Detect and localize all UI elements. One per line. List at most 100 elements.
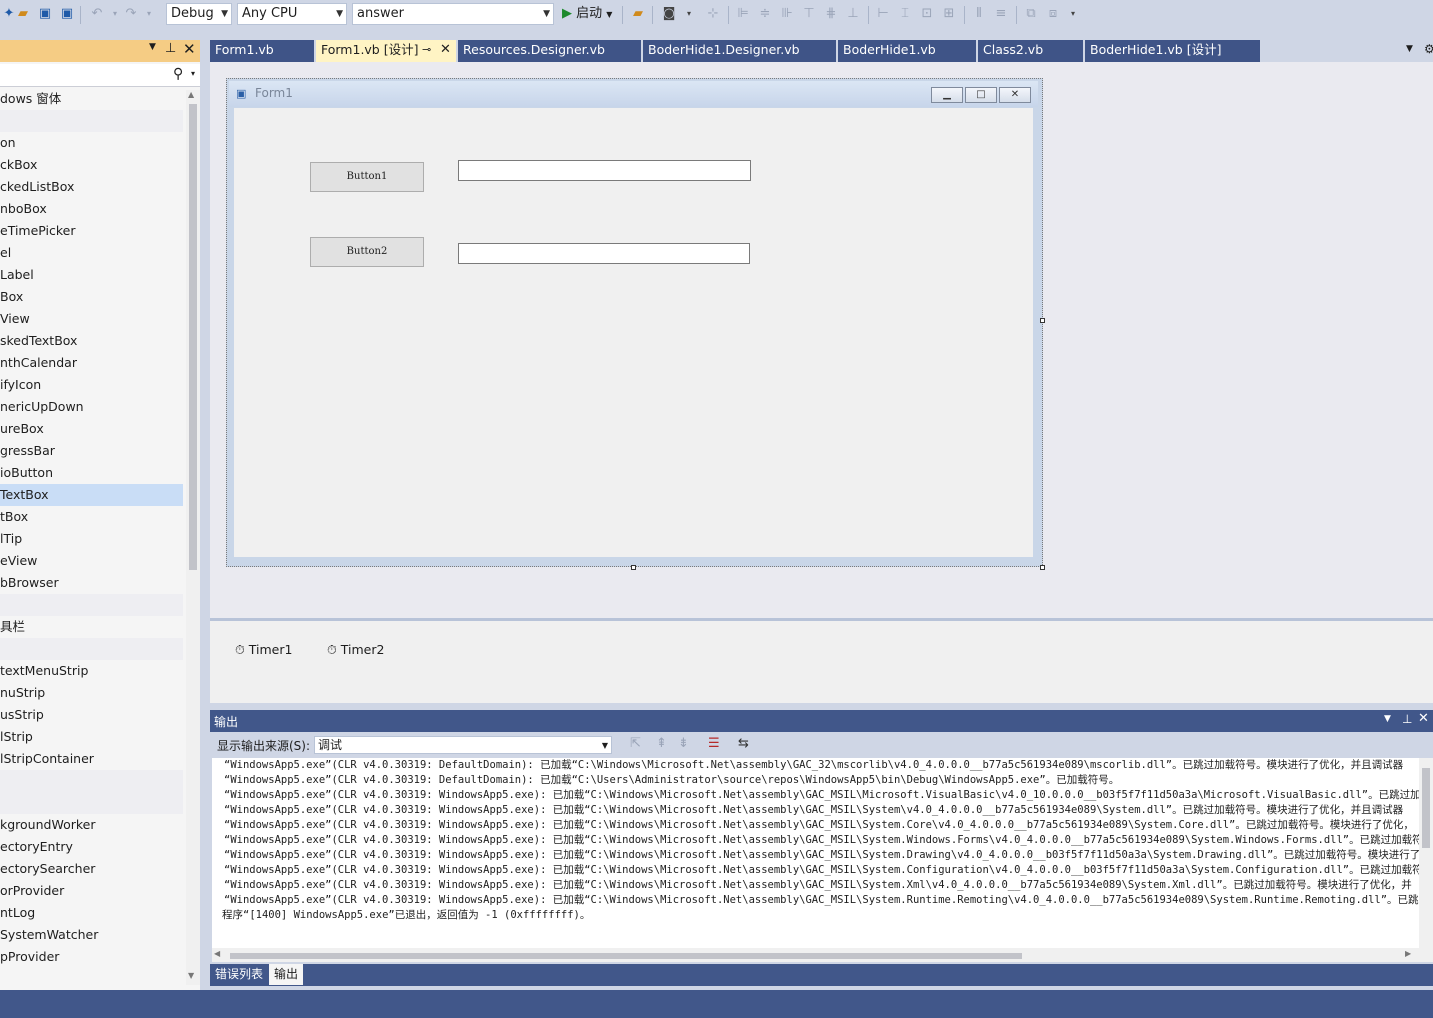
chevron-down-icon[interactable]: ▼: [1406, 44, 1413, 54]
open-folder-icon[interactable]: ▰: [14, 5, 32, 23]
toolbox-item[interactable]: SystemWatcher: [0, 924, 183, 946]
toolbox-item[interactable]: on: [0, 132, 183, 154]
toolbox-item[interactable]: ureBox: [0, 418, 183, 440]
word-wrap-icon[interactable]: ⇆: [738, 736, 749, 751]
output-source-select[interactable]: 调试 ▼: [314, 736, 612, 754]
toolbox-item[interactable]: ectorySearcher: [0, 858, 183, 880]
timer2-component[interactable]: ⏱ Timer2: [327, 640, 384, 660]
button2[interactable]: Button2: [310, 237, 424, 267]
chevron-down-icon[interactable]: ▼: [1384, 714, 1391, 724]
platform-select[interactable]: Any CPU ▼: [237, 3, 347, 25]
prev-message-icon[interactable]: ⇞: [656, 736, 667, 751]
output-vertical-scrollbar[interactable]: [1419, 758, 1433, 948]
scroll-up-icon[interactable]: ▲: [188, 90, 194, 99]
same-size-icon[interactable]: ⊡: [918, 5, 936, 23]
tab-resources-designer[interactable]: Resources.Designer.vb: [458, 40, 641, 62]
toolbox-item[interactable]: textMenuStrip: [0, 660, 183, 682]
same-height-icon[interactable]: ⌶: [896, 5, 914, 23]
chevron-down-icon[interactable]: ▾: [191, 69, 195, 78]
output-vscroll-thumb[interactable]: [1422, 768, 1430, 848]
toolbox-item[interactable]: nboBox: [0, 198, 183, 220]
toolbox-item[interactable]: el: [0, 242, 183, 264]
toolbox-search-input[interactable]: ⚲ ▾: [0, 64, 200, 87]
output-text-area[interactable]: “WindowsApp5.exe”(CLR v4.0.30319: Defaul…: [212, 758, 1419, 948]
toolbox-item[interactable]: bBrowser: [0, 572, 183, 594]
toolbox-item[interactable]: lStrip: [0, 726, 183, 748]
h-spacing-icon[interactable]: ⫴: [970, 5, 988, 23]
toolbox-scroll-thumb[interactable]: [189, 104, 197, 570]
save-all-icon[interactable]: ▣: [58, 5, 76, 23]
bring-front-icon[interactable]: ⧉: [1022, 5, 1040, 23]
resize-handle-right[interactable]: [1040, 318, 1045, 323]
scroll-left-icon[interactable]: ◀: [214, 949, 220, 958]
size-to-grid-icon[interactable]: ⊞: [940, 5, 958, 23]
send-back-icon[interactable]: ⧈: [1044, 5, 1062, 23]
tab-form1-code[interactable]: Form1.vb: [210, 40, 314, 62]
same-width-icon[interactable]: ⊢: [874, 5, 892, 23]
resize-handle-bottom[interactable]: [631, 565, 636, 570]
textbox2[interactable]: [458, 243, 750, 264]
textbox1[interactable]: [458, 160, 751, 181]
toolbox-item[interactable]: ioButton: [0, 462, 183, 484]
toolbox-item[interactable]: View: [0, 308, 183, 330]
toolbox-item[interactable]: ectoryEntry: [0, 836, 183, 858]
toolbox-item[interactable]: skedTextBox: [0, 330, 183, 352]
tab-class2[interactable]: Class2.vb: [978, 40, 1083, 62]
chevron-down-icon[interactable]: ▼: [149, 42, 156, 52]
tab-boderhide1-code[interactable]: BoderHide1.vb: [838, 40, 976, 62]
toolbox-item[interactable]: ifyIcon: [0, 374, 183, 396]
tab-output[interactable]: 输出: [269, 964, 304, 985]
tab-error-list[interactable]: 错误列表: [210, 964, 268, 985]
tab-boderhide1-design[interactable]: BoderHide1.vb [设计]: [1085, 40, 1260, 62]
close-icon[interactable]: ✕: [183, 40, 196, 58]
toolbox-item[interactable]: usStrip: [0, 704, 183, 726]
align-left-icon[interactable]: ⊫: [734, 5, 752, 23]
toolbox-item[interactable]: orProvider: [0, 880, 183, 902]
toolbox-item[interactable]: nthCalendar: [0, 352, 183, 374]
toolbox-item[interactable]: nericUpDown: [0, 396, 183, 418]
toolbox-item[interactable]: kgroundWorker: [0, 814, 183, 836]
gear-icon[interactable]: ⚙: [1424, 42, 1433, 56]
start-debug-button[interactable]: ▶ 启动 ▼: [562, 3, 612, 25]
toolbox-item[interactable]: lTip: [0, 528, 183, 550]
screenshot-icon[interactable]: ◙: [660, 5, 678, 23]
toolbox-item[interactable]: Box: [0, 286, 183, 308]
solution-config-select[interactable]: Debug ▼: [166, 3, 232, 25]
toolbox-item[interactable]: ntLog: [0, 902, 183, 924]
toolbox-group-header[interactable]: dows 窗体: [0, 88, 183, 110]
redo-dropdown-icon[interactable]: ▾: [140, 5, 158, 23]
align-middle-icon[interactable]: ⋕: [822, 5, 840, 23]
scroll-down-icon[interactable]: ▼: [188, 971, 194, 980]
next-message-icon[interactable]: ⇟: [678, 736, 689, 751]
align-grid-icon[interactable]: ⊹: [704, 5, 722, 23]
undo-icon[interactable]: ↶: [88, 5, 106, 23]
button1[interactable]: Button1: [310, 162, 424, 192]
startup-project-select[interactable]: answer ▼: [352, 3, 554, 25]
toolbox-item[interactable]: ckedListBox: [0, 176, 183, 198]
align-center-icon[interactable]: ≑: [756, 5, 774, 23]
close-icon[interactable]: ✕: [440, 40, 451, 60]
pin-icon[interactable]: ⊥: [165, 41, 176, 56]
toolbox-item[interactable]: pProvider: [0, 946, 183, 968]
toolbox-item[interactable]: tBox: [0, 506, 183, 528]
tab-form1-design[interactable]: Form1.vb [设计] ⊸ ✕: [316, 40, 456, 62]
chevron-down-icon[interactable]: ▾: [680, 5, 698, 23]
v-spacing-icon[interactable]: ≡: [992, 5, 1010, 23]
toolbox-item[interactable]: Label: [0, 264, 183, 286]
search-icon[interactable]: ⚲: [173, 66, 183, 82]
output-hscroll-thumb[interactable]: [230, 953, 1022, 959]
resize-handle-corner[interactable]: [1040, 565, 1045, 570]
timer1-component[interactable]: ⏱ Timer1: [235, 640, 292, 660]
toolbox-item[interactable]: ckBox: [0, 154, 183, 176]
redo-icon[interactable]: ↷: [122, 5, 140, 23]
pin-icon[interactable]: ⊸: [422, 40, 431, 60]
align-top-icon[interactable]: ⊤: [800, 5, 818, 23]
find-message-icon[interactable]: ⇱: [630, 736, 641, 751]
toolbox-item[interactable]: eTimePicker: [0, 220, 183, 242]
toolbox-item[interactable]: lStripContainer: [0, 748, 183, 770]
clear-all-icon[interactable]: ☰: [708, 736, 720, 751]
align-right-icon[interactable]: ⊪: [778, 5, 796, 23]
close-icon[interactable]: ✕: [1418, 711, 1429, 726]
toolbox-item[interactable]: TextBox: [0, 484, 183, 506]
tab-boderhide1-designer[interactable]: BoderHide1.Designer.vb: [643, 40, 836, 62]
